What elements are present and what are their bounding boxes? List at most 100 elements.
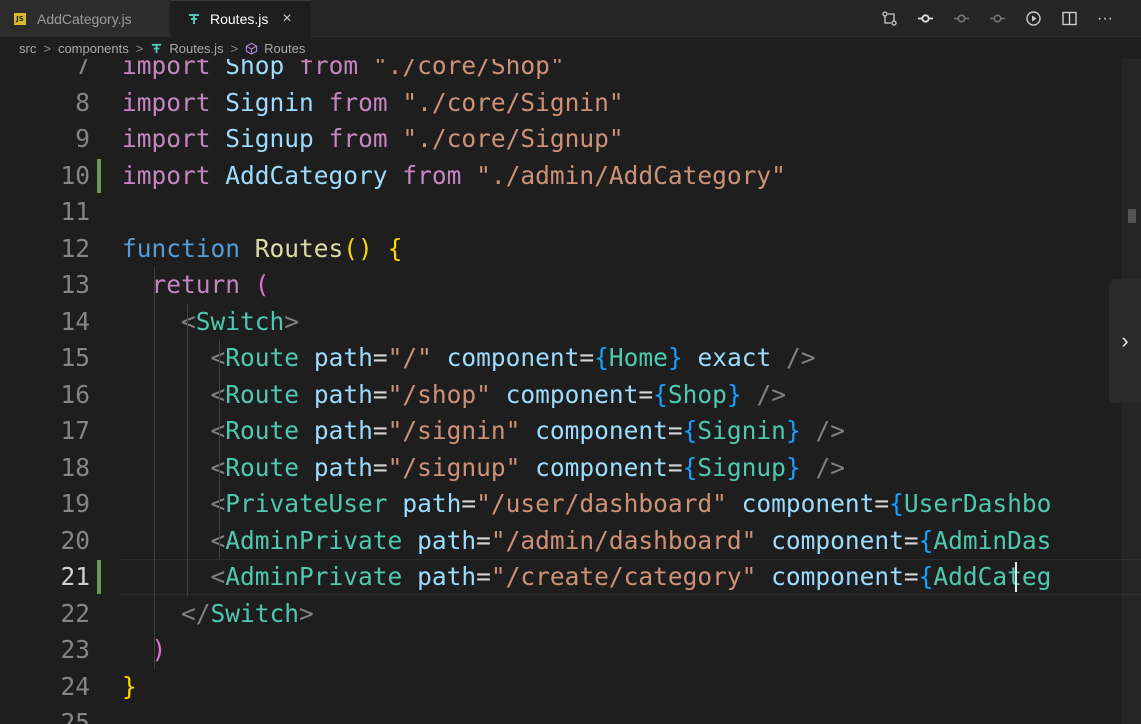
code-line[interactable]: 9 import Signup from "./core/Signup" (0, 121, 1141, 157)
code-token: path (417, 525, 477, 555)
code-line[interactable]: 16 <Route path="/shop" component={Shop} … (0, 377, 1141, 413)
code-text: return ( (122, 267, 270, 303)
code-token: } (726, 379, 742, 409)
breadcrumb-item-src[interactable]: src (19, 41, 36, 56)
code-line[interactable]: 21 <AdminPrivate path="/create/category"… (0, 559, 1141, 595)
code-token: > (299, 598, 314, 628)
line-number: 10 (60, 160, 90, 190)
code-token: AdminPrivate (225, 562, 403, 591)
line-number: 25 (60, 708, 90, 724)
code-token: "./core/Signup" (402, 124, 624, 153)
code-line[interactable]: 14 <Switch> (0, 304, 1141, 340)
code-line[interactable]: 20 <AdminPrivate path="/admin/dashboard"… (0, 523, 1141, 559)
code-token: Route (225, 343, 300, 372)
code-line[interactable]: 12 function Routes() { (0, 231, 1141, 267)
code-text: <PrivateUser path="/user/dashboard" comp… (122, 486, 1052, 522)
git-modified-marker (97, 158, 101, 193)
code-token: path (402, 489, 462, 518)
code-line[interactable]: 10 import AddCategory from "./admin/AddCa… (0, 158, 1141, 194)
indent-guide (219, 340, 221, 559)
tab-label: AddCategory.js (37, 10, 132, 27)
code-line[interactable]: 18 <Route path="/signup" component={Sign… (0, 450, 1141, 486)
code-token: ( (254, 270, 270, 299)
breadcrumb-item-file[interactable]: Routes.js (169, 41, 223, 56)
code-token: "./core/Signin" (402, 87, 624, 117)
code-line[interactable]: 17 <Route path="/signin" component={Sign… (0, 413, 1141, 449)
code-token: { (682, 452, 698, 482)
code-line[interactable]: 7 import Shop from "./core/Shop" (0, 59, 1141, 84)
line-number: 17 (60, 416, 90, 445)
collapse-panel-button[interactable]: › (1109, 279, 1141, 403)
code-token: from (402, 160, 462, 190)
more-icon[interactable]: ··· (1087, 0, 1123, 37)
code-token: return (151, 270, 241, 299)
code-text: } (122, 669, 137, 705)
line-number: 16 (60, 379, 90, 409)
code-token: import (122, 87, 211, 117)
circle-nav-icon[interactable] (943, 0, 979, 37)
code-line[interactable]: 13 return ( (0, 267, 1141, 303)
code-token: /> (815, 416, 845, 445)
code-token: = (903, 525, 919, 555)
circle-nav-2-icon[interactable] (979, 0, 1015, 37)
code-token: component (505, 379, 639, 409)
tab-addcategory[interactable]: JS AddCategory.js (0, 0, 170, 37)
go-back-icon[interactable] (907, 0, 943, 37)
code-token: "/admin/dashboard" (490, 525, 757, 555)
line-number: 14 (60, 306, 90, 336)
run-icon[interactable] (1015, 0, 1051, 37)
code-token: "/user/dashboard" (476, 489, 727, 518)
breadcrumb-item-components[interactable]: components (58, 41, 129, 56)
code-line[interactable]: 15 <Route path="/" component={Home} exac… (0, 340, 1141, 376)
code-token: } (785, 416, 801, 445)
line-number: 19 (60, 489, 90, 518)
tab-routes[interactable]: Routes.js × (171, 0, 311, 37)
code-token: Signup (225, 124, 314, 153)
code-line[interactable]: 19 <PrivateUser path="/user/dashboard" c… (0, 486, 1141, 522)
code-token: Route (225, 379, 300, 409)
code-text: ) (122, 632, 167, 668)
code-token: import (122, 124, 211, 153)
line-number: 15 (60, 343, 90, 372)
chevron-right-icon: > (43, 40, 51, 56)
code-line[interactable]: 8 import Signin from "./core/Signin" (0, 85, 1141, 121)
code-line[interactable]: 11 (0, 194, 1141, 230)
code-token: PrivateUser (225, 489, 388, 518)
code-token: component (741, 489, 875, 518)
tab-label: Routes.js (210, 11, 269, 27)
code-line[interactable]: 25 (0, 705, 1141, 724)
scroll-marker (1128, 209, 1136, 223)
code-token: Signup (697, 452, 786, 482)
breadcrumb-item-symbol[interactable]: Routes (264, 41, 305, 56)
code-line[interactable]: 22 </Switch> (0, 596, 1141, 632)
code-token: Shop (225, 59, 285, 80)
line-number: 18 (60, 452, 90, 482)
code-token: { (918, 562, 934, 591)
code-editor[interactable]: 7 import Shop from "./core/Shop" 8 import S… (0, 59, 1141, 724)
line-number: 8 (75, 87, 90, 117)
code-token: "/signup" (387, 452, 521, 482)
code-token: "/signin" (387, 416, 521, 445)
close-icon[interactable]: × (282, 11, 291, 27)
code-text: <Route path="/" component={Home} exact /… (122, 340, 816, 376)
code-line[interactable]: 23 ) (0, 632, 1141, 668)
editor-actions: ··· (871, 0, 1123, 37)
code-line[interactable]: 24} (0, 669, 1141, 705)
split-editor-icon[interactable] (1051, 0, 1087, 37)
code-token: = (372, 416, 388, 445)
git-compare-icon[interactable] (871, 0, 907, 37)
